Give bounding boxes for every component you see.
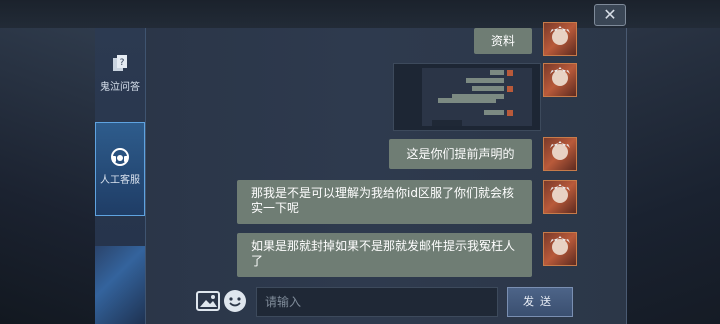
sidebar-decoration xyxy=(95,246,145,324)
chat-bubble: 如果是那就封掉如果不是那就发邮件提示我冤枉人了 xyxy=(237,233,532,277)
image-upload-icon[interactable] xyxy=(196,290,220,312)
svg-text:?: ? xyxy=(120,58,125,68)
chat-bubble: 资料 xyxy=(474,28,532,54)
message-input[interactable]: 请输入 xyxy=(256,287,498,317)
background-decor-left xyxy=(0,28,95,324)
headset-icon xyxy=(111,148,129,166)
send-button[interactable]: 发送 xyxy=(507,287,573,317)
user-avatar-icon xyxy=(543,63,577,97)
emoji-icon[interactable] xyxy=(223,289,247,313)
close-icon: ✕ xyxy=(603,5,617,24)
sidebar-item-customer-service[interactable]: 人工客服 xyxy=(95,122,145,216)
sidebar: ? 鬼泣问答 人工客服 xyxy=(95,28,146,324)
user-avatar-icon xyxy=(543,232,577,266)
chat-image-attachment[interactable] xyxy=(393,63,541,131)
sidebar-item-label: 鬼泣问答 xyxy=(100,82,140,93)
user-avatar-icon xyxy=(543,22,577,56)
user-avatar-icon xyxy=(543,137,577,171)
chat-bubble: 那我是不是可以理解为我给你id区服了你们就会核实一下呢 xyxy=(237,180,532,224)
close-button[interactable]: ✕ xyxy=(594,4,626,26)
user-avatar-icon xyxy=(543,180,577,214)
background-decor-right xyxy=(625,28,720,324)
chat-bubble: 这是你们提前声明的 xyxy=(389,139,532,169)
sidebar-item-label: 人工客服 xyxy=(100,175,140,186)
help-book-icon: ? xyxy=(113,55,127,71)
